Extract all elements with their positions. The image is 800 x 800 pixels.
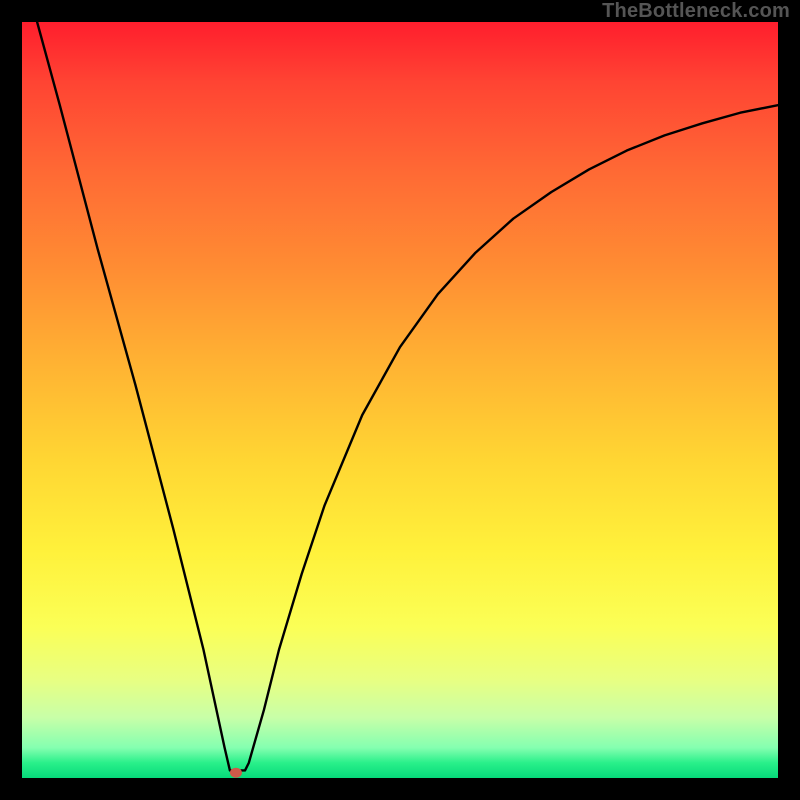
watermark-text: TheBottleneck.com bbox=[602, 0, 790, 23]
chart-svg bbox=[22, 22, 778, 778]
optimum-point bbox=[230, 768, 242, 778]
plot-area bbox=[22, 22, 778, 778]
bottleneck-curve bbox=[37, 22, 778, 770]
chart-frame: TheBottleneck.com bbox=[0, 0, 800, 800]
